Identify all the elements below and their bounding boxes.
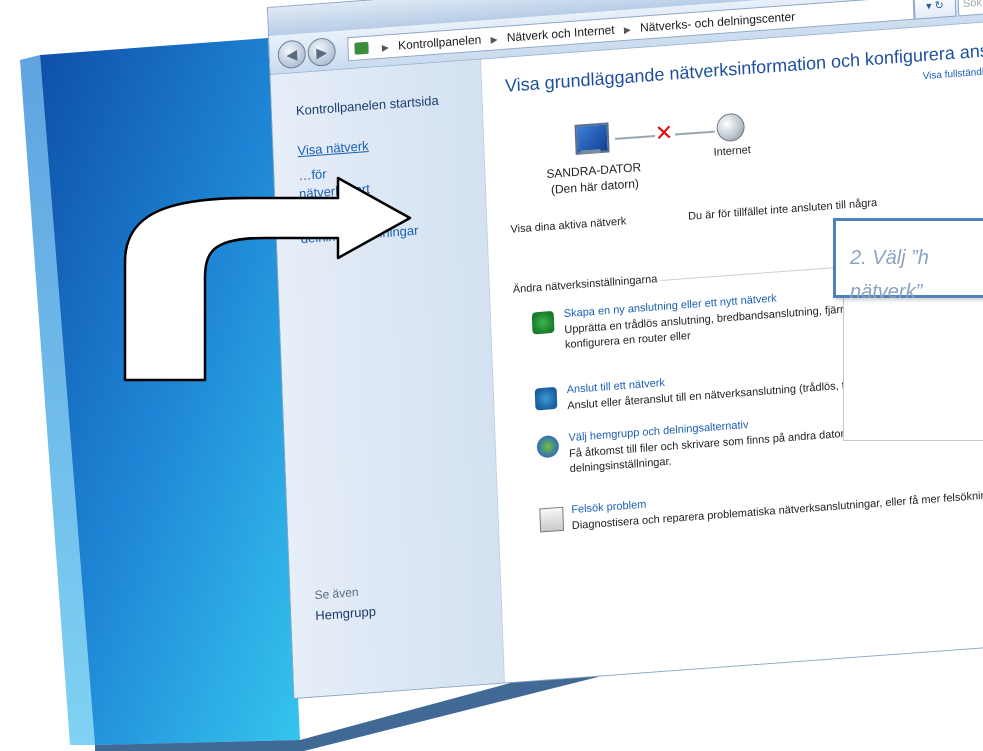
tutorial-slab: ◀ ▶ ▶ Kontrollpanelen ▶ Nätverk och Inte… [0, 0, 983, 751]
pointer-arrow [123, 176, 412, 382]
curved-arrow-icon [123, 176, 412, 382]
